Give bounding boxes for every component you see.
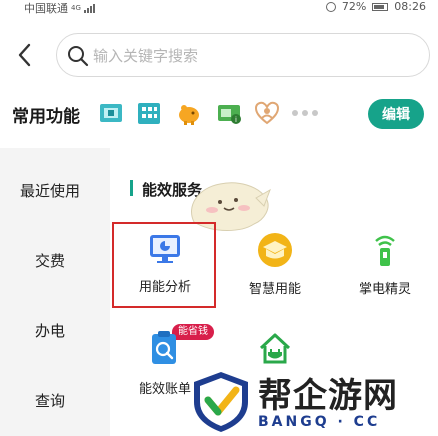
- watermark-text-cn: 帮企游网: [258, 376, 398, 416]
- svg-text:i: i: [235, 116, 237, 124]
- signal-tower-icon: [375, 235, 395, 266]
- status-bar: 中国联通 4G 72% 08:26: [0, 0, 438, 16]
- alarm-icon: [325, 1, 336, 12]
- heart-user-icon[interactable]: [254, 100, 280, 126]
- service-power-assistant[interactable]: 掌电精灵: [340, 232, 430, 297]
- smart-energy-icon: [258, 233, 292, 267]
- battery-icon: [372, 2, 389, 11]
- sidebar-item-apply[interactable]: 办电: [0, 320, 100, 341]
- house-plug-icon: [259, 333, 291, 364]
- back-button[interactable]: [12, 40, 40, 70]
- sidebar-item-query[interactable]: 查询: [0, 390, 100, 411]
- service-smart-energy[interactable]: 智慧用能: [230, 232, 320, 297]
- carrier-name: 中国联通: [24, 2, 68, 15]
- service-energy-analysis[interactable]: 用能分析: [120, 232, 210, 295]
- sidebar-item-payment[interactable]: 交费: [0, 250, 100, 271]
- sidebar-item-recent[interactable]: 最近使用: [0, 180, 100, 201]
- signal-icon: [83, 3, 95, 13]
- status-right: 72% 08:26: [325, 0, 426, 13]
- category-sidebar: 最近使用 交费 办电 查询: [0, 148, 110, 436]
- building-icon[interactable]: [136, 100, 162, 126]
- battery-percent: 72%: [341, 0, 367, 13]
- watermark: 帮企游网 BANGQ · CC: [186, 368, 438, 436]
- service-label: 用能分析: [138, 280, 191, 295]
- bill-card-icon[interactable]: [98, 100, 124, 126]
- status-time: 08:26: [394, 0, 426, 13]
- search-bar[interactable]: [56, 33, 430, 77]
- carrier-group: 中国联通 4G: [24, 0, 95, 16]
- network-type: 4G: [71, 4, 81, 12]
- service-home-energy[interactable]: [230, 330, 320, 370]
- watermark-text-en: BANGQ · CC: [258, 414, 381, 430]
- search-input[interactable]: [93, 44, 413, 68]
- bill-search-icon: [152, 331, 176, 364]
- edit-button[interactable]: 编辑: [368, 99, 424, 129]
- service-label: 智慧用能: [248, 282, 301, 297]
- piggy-bank-icon[interactable]: [176, 100, 202, 126]
- back-arrow-icon: [18, 43, 31, 67]
- shield-logo-icon: [194, 372, 248, 432]
- common-functions-title: 常用功能: [12, 107, 80, 127]
- ticket-icon[interactable]: i: [216, 100, 242, 126]
- section-accent-bar: [130, 180, 133, 196]
- monitor-chart-icon: [150, 235, 180, 263]
- service-label: 掌电精灵: [358, 282, 411, 297]
- more-icon[interactable]: [292, 110, 318, 116]
- search-icon: [68, 46, 89, 67]
